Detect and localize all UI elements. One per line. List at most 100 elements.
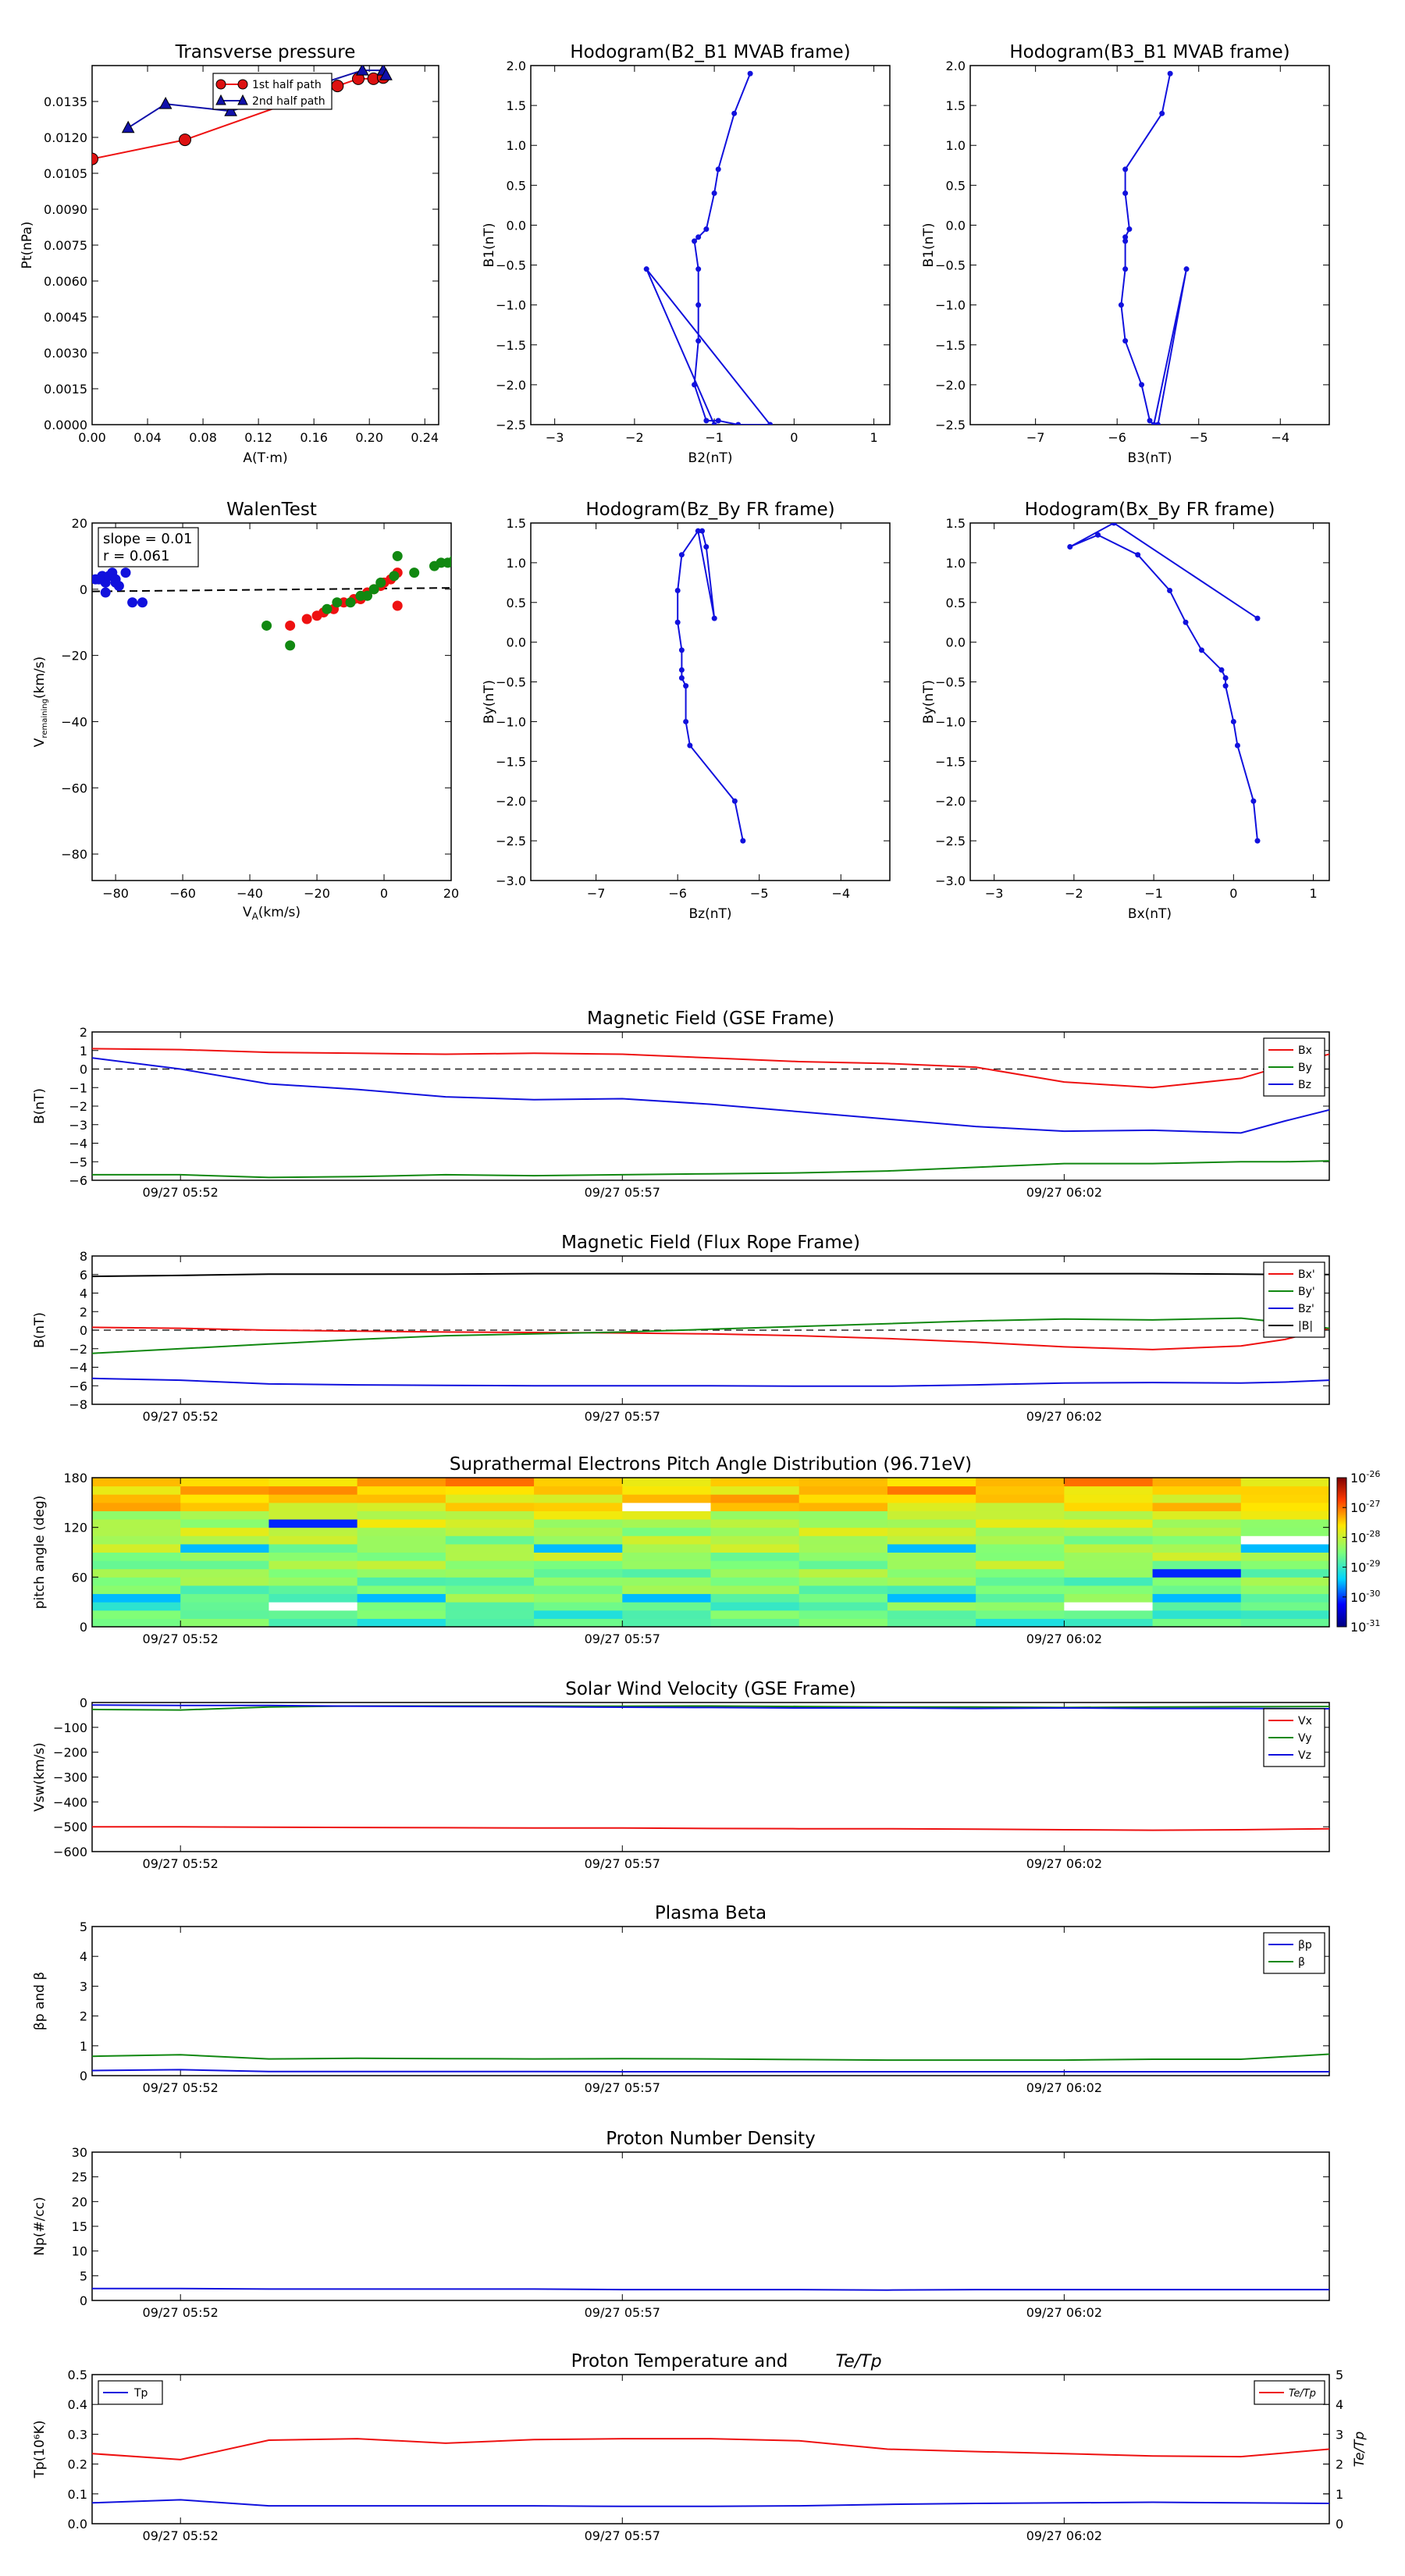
y-tick-label: −0.5 — [935, 258, 966, 273]
series-line — [1120, 73, 1187, 425]
heatmap-cell — [710, 1519, 800, 1528]
heatmap-cell — [357, 1527, 446, 1536]
x-tick-label: −60 — [169, 886, 196, 901]
data-point — [1122, 338, 1129, 344]
heatmap-cell — [710, 1510, 800, 1520]
y-tick-label: −0.5 — [496, 675, 526, 690]
x-tick-label: 1 — [1309, 886, 1317, 901]
heatmap-cell — [622, 1519, 711, 1528]
data-point — [678, 674, 685, 681]
plot-area — [1067, 523, 1261, 844]
series-line — [1069, 523, 1258, 841]
heatmap-cell — [534, 1510, 623, 1520]
heatmap-cell — [1152, 1552, 1242, 1561]
heatmap-cell — [622, 1527, 711, 1536]
y-tick-label: −80 — [61, 847, 87, 862]
y-tick-label: −2 — [69, 1099, 87, 1114]
y-tick-label: −2.5 — [496, 418, 526, 432]
y-tick-label: −100 — [53, 1720, 87, 1735]
data-point — [703, 418, 710, 424]
heatmap-cell — [1064, 1502, 1154, 1511]
heatmap-cell — [357, 1485, 446, 1495]
heatmap-cell — [180, 1519, 269, 1528]
heatmap-cell — [1152, 1485, 1242, 1495]
data-point — [674, 619, 681, 625]
x-tick-label: 09/27 05:52 — [143, 1631, 219, 1646]
y-tick-label: 5 — [80, 2268, 87, 2283]
legend-label: Bx' — [1298, 1268, 1315, 1281]
heatmap-cell — [622, 1577, 711, 1586]
heatmap-cell — [445, 1577, 535, 1586]
y-tick-label: 0.0030 — [44, 346, 87, 361]
heatmap-cell — [887, 1494, 976, 1503]
data-point — [1254, 615, 1261, 621]
heatmap-cell — [534, 1502, 623, 1511]
heatmap-cell — [887, 1610, 976, 1619]
colorbar-exponent: -31 — [1366, 1618, 1380, 1628]
plot-frame — [530, 65, 891, 425]
series-line — [92, 2438, 1329, 2460]
heatmap-cell — [887, 1552, 976, 1561]
legend-label: Bz — [1298, 1079, 1311, 1091]
heatmap-cell — [534, 1527, 623, 1536]
x-tick-label: 20 — [443, 886, 459, 901]
heatmap-cell — [1240, 1568, 1329, 1578]
y-tick-label: 0.0075 — [44, 238, 87, 253]
y-tick-label: 0 — [80, 582, 87, 597]
x-tick-label: 09/27 06:02 — [1026, 2528, 1102, 2543]
heatmap-cell — [976, 1610, 1065, 1619]
heatmap-cell — [534, 1535, 623, 1545]
heatmap-cell — [976, 1568, 1065, 1578]
heatmap-cell — [622, 1478, 711, 1487]
data-point — [695, 234, 702, 240]
plot-area — [92, 2438, 1329, 2507]
heatmap-cell — [887, 1602, 976, 1611]
x-tick-label: 0.24 — [411, 430, 439, 445]
heatmap-cell — [1240, 1478, 1329, 1487]
legend-label: By' — [1298, 1286, 1315, 1298]
colorbar-base: 10 — [1350, 1620, 1366, 1635]
heatmap-cell — [180, 1502, 269, 1511]
plot-area — [92, 2053, 1329, 2073]
y-tick-label: 0.0120 — [44, 130, 87, 145]
y-tick-label: −0.5 — [496, 258, 526, 273]
heatmap-cell — [1064, 1527, 1154, 1536]
y-tick-label: 20 — [72, 2194, 87, 2209]
data-point — [687, 742, 693, 749]
y-tick-label: 0.5 — [946, 596, 966, 610]
x-tick-label: −6 — [1108, 430, 1126, 445]
colorbar — [1336, 1477, 1347, 1628]
heatmap-cell — [92, 1593, 181, 1603]
data-point — [692, 382, 698, 388]
y-tick-label: 0.0135 — [44, 94, 87, 109]
heatmap-cell — [799, 1543, 888, 1553]
y-tick-label: 0.0090 — [44, 202, 87, 217]
heatmap-cell — [799, 1552, 888, 1561]
heatmap-cell — [357, 1602, 446, 1611]
heatmap-cell — [180, 1494, 269, 1503]
annotation-text: slope = 0.01 — [103, 531, 193, 547]
y-tick-label: 180 — [63, 1471, 87, 1485]
heatmap-cell — [1064, 1478, 1154, 1487]
data-point — [322, 603, 333, 614]
data-point — [699, 528, 706, 534]
chart-title: Hodogram(B3_B1 MVAB frame) — [1009, 42, 1289, 62]
heatmap-cell — [92, 1577, 181, 1586]
heatmap-cell — [445, 1502, 535, 1511]
series-line — [92, 1377, 1329, 1387]
y-tick-label: 0.4 — [68, 2397, 87, 2412]
x-tick-label: −6 — [668, 886, 687, 901]
heatmap-cell — [180, 1568, 269, 1578]
heatmap-cell — [710, 1478, 800, 1487]
data-point — [285, 620, 296, 631]
heatmap-cell — [622, 1485, 711, 1495]
series-line — [646, 73, 771, 425]
data-point — [1135, 552, 1141, 558]
heatmap-cell — [534, 1543, 623, 1553]
heatmap-cell — [1152, 1585, 1242, 1595]
y2-axis-label: Te/Tp — [1352, 2431, 1368, 2467]
heatmap-cell — [357, 1568, 446, 1578]
plot-frame — [91, 1031, 1330, 1181]
heatmap-cell — [1240, 1585, 1329, 1595]
y-tick-label: −200 — [53, 1745, 87, 1760]
